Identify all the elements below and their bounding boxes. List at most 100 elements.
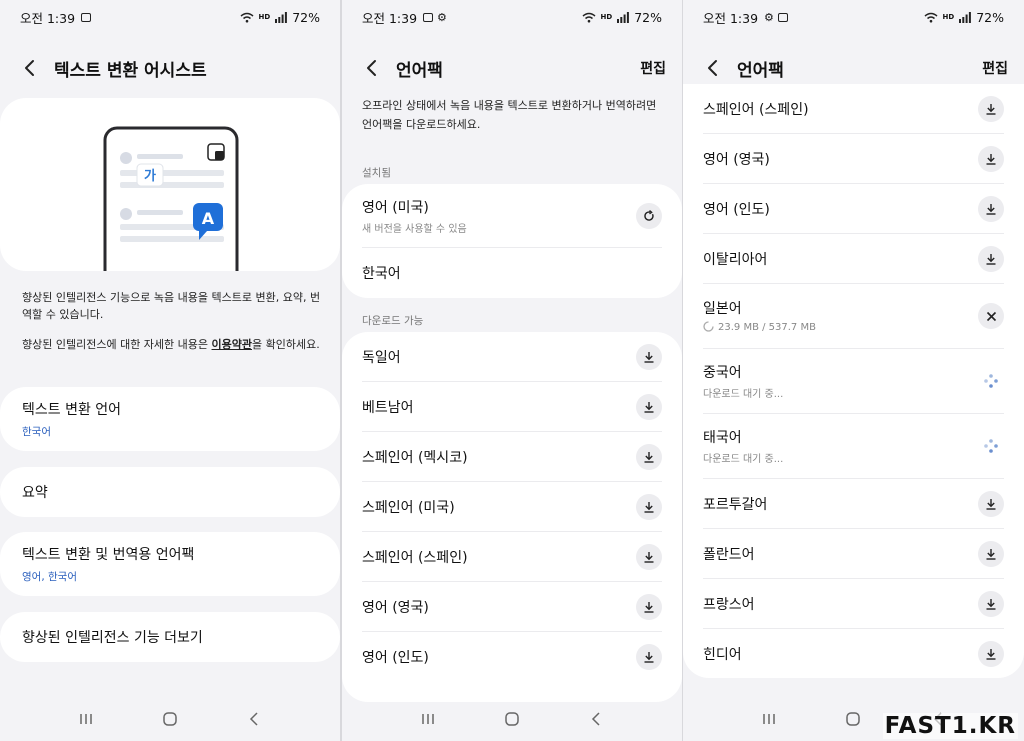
download-button[interactable] — [978, 590, 1004, 617]
waiting-indicator — [978, 433, 1004, 459]
screen-language-packs: 오전 1:39 ⚙ HD 72% 언어팩 편집 오프라인 상태에서 녹음 내용을… — [342, 0, 682, 741]
update-button[interactable] — [636, 202, 662, 229]
waiting-indicator — [978, 368, 1004, 394]
list-item[interactable]: 포르투갈어 — [703, 479, 1004, 529]
menu-more-intelligence[interactable]: 향상된 인텔리전스 기능 더보기 — [0, 612, 340, 662]
back-button[interactable] — [18, 57, 40, 79]
home-button[interactable] — [155, 704, 185, 734]
download-icon — [986, 203, 996, 215]
download-status: 23.9 MB / 537.7 MB — [703, 320, 978, 335]
wifi-icon — [240, 12, 254, 22]
status-time: 오전 1:39 — [362, 10, 418, 26]
download-button[interactable] — [978, 641, 1004, 667]
list-item[interactable]: 스페인어 (멕시코) — [362, 432, 662, 482]
language-name: 힌디어 — [703, 647, 742, 663]
wifi-icon — [924, 12, 938, 22]
list-item[interactable]: 이탈리아어 — [703, 234, 1004, 284]
app-bar: 텍스트 변환 어시스트 — [0, 48, 340, 88]
watermark: FAST1.KR — [882, 713, 1018, 739]
download-button[interactable] — [636, 543, 662, 570]
list-item[interactable]: 영어 (인도) — [703, 184, 1004, 234]
list-item[interactable]: 영어 (미국) 새 버전을 사용할 수 있음 — [362, 184, 662, 248]
language-name: 스페인어 (스페인) — [362, 549, 468, 566]
edit-button[interactable]: 편집 — [640, 58, 666, 78]
recent-apps-button[interactable] — [754, 704, 784, 734]
menu-title: 향상된 인텔리전스 기능 더보기 — [22, 630, 203, 646]
screen-language-packs-scrolled: 오전 1:39 ⚙ HD 72% 언어팩 편집 스페인어 (스페인) 영어 (영국… — [683, 0, 1024, 741]
language-name: 스페인어 (스페인) — [703, 101, 809, 118]
list-item[interactable]: 스페인어 (스페인) — [703, 84, 1004, 134]
list-item[interactable]: 영어 (영국) — [362, 582, 662, 632]
battery-level: 72% — [976, 9, 1004, 25]
translate-icon — [207, 143, 225, 161]
close-icon — [986, 311, 996, 321]
download-icon — [644, 551, 654, 563]
menu-summary[interactable]: 요약 — [0, 467, 340, 517]
list-item[interactable]: 중국어 다운로드 대기 중... — [703, 349, 1004, 414]
download-button[interactable] — [636, 644, 662, 670]
page-title: 텍스트 변환 어시스트 — [54, 60, 207, 81]
home-button[interactable] — [838, 704, 868, 734]
list-item[interactable]: 한국어 — [362, 248, 662, 298]
language-name: 태국어 — [703, 430, 742, 446]
download-button[interactable] — [978, 490, 1004, 517]
download-icon — [986, 548, 996, 560]
back-button[interactable] — [701, 57, 723, 79]
korean-char-badge: 가 — [144, 169, 156, 184]
download-icon — [644, 351, 654, 363]
download-icon — [986, 498, 996, 510]
right-sound-wave — [244, 176, 320, 224]
language-name: 프랑스어 — [703, 596, 755, 613]
download-icon — [644, 652, 654, 663]
list-item[interactable]: 베트남어 — [362, 382, 662, 432]
terms-description: 향상된 인텔리전스에 대한 자세한 내용은 이용약관을 확인하세요. — [22, 338, 320, 351]
recent-apps-button[interactable] — [413, 704, 443, 734]
list-item[interactable]: 일본어 23.9 MB / 537.7 MB — [703, 284, 1004, 349]
language-name: 영어 (영국) — [703, 151, 770, 168]
list-item[interactable]: 영어 (영국) — [703, 134, 1004, 184]
recents-icon — [763, 714, 775, 724]
menu-title: 텍스트 변환 언어 — [22, 402, 122, 418]
cancel-download-button[interactable] — [978, 303, 1004, 329]
download-button[interactable] — [978, 245, 1004, 272]
download-button[interactable] — [636, 393, 662, 420]
list-item[interactable]: 스페인어 (미국) — [362, 482, 662, 532]
wifi-icon — [582, 12, 596, 22]
back-button[interactable] — [360, 57, 382, 79]
navigation-bar — [342, 697, 682, 741]
download-button[interactable] — [978, 195, 1004, 222]
status-bar: 오전 1:39 ⚙ HD 72% — [342, 0, 682, 34]
menu-language-packs[interactable]: 텍스트 변환 및 번역용 언어팩 영어, 한국어 — [0, 532, 340, 596]
home-button[interactable] — [497, 704, 527, 734]
page-title: 언어팩 — [396, 60, 443, 81]
list-item[interactable]: 힌디어 — [703, 629, 1004, 679]
nav-back-button[interactable] — [581, 704, 611, 734]
download-icon — [644, 501, 654, 513]
menu-transcription-language[interactable]: 텍스트 변환 언어 한국어 — [0, 387, 340, 451]
download-button[interactable] — [636, 343, 662, 370]
feature-description: 향상된 인텔리전스 기능으로 녹음 내용을 텍스트로 변환, 요약, 번역할 수… — [22, 291, 321, 321]
download-button[interactable] — [636, 493, 662, 520]
edit-button[interactable]: 편집 — [982, 58, 1008, 78]
list-item[interactable]: 독일어 — [362, 332, 662, 382]
list-item[interactable]: 프랑스어 — [703, 579, 1004, 629]
download-button[interactable] — [636, 593, 662, 620]
download-button[interactable] — [978, 540, 1004, 567]
list-item[interactable]: 스페인어 (스페인) — [362, 532, 662, 582]
nav-back-button[interactable] — [239, 704, 269, 734]
download-button[interactable] — [978, 95, 1004, 122]
recent-apps-button[interactable] — [71, 704, 101, 734]
page-title: 언어팩 — [737, 60, 784, 81]
battery-level: 72% — [634, 9, 662, 25]
download-button[interactable] — [978, 145, 1004, 172]
list-item[interactable]: 태국어 다운로드 대기 중... — [703, 414, 1004, 479]
waiting-icon — [984, 374, 998, 388]
language-name: 영어 (영국) — [362, 599, 429, 616]
list-item[interactable]: 폴란드어 — [703, 529, 1004, 579]
language-name: 스페인어 (멕시코) — [362, 449, 468, 466]
list-item[interactable]: 영어 (인도) — [362, 632, 662, 682]
download-button[interactable] — [636, 443, 662, 470]
terms-link[interactable]: 이용약관 — [212, 338, 252, 351]
menu-subtitle: 한국어 — [22, 426, 51, 438]
download-icon — [644, 401, 654, 413]
